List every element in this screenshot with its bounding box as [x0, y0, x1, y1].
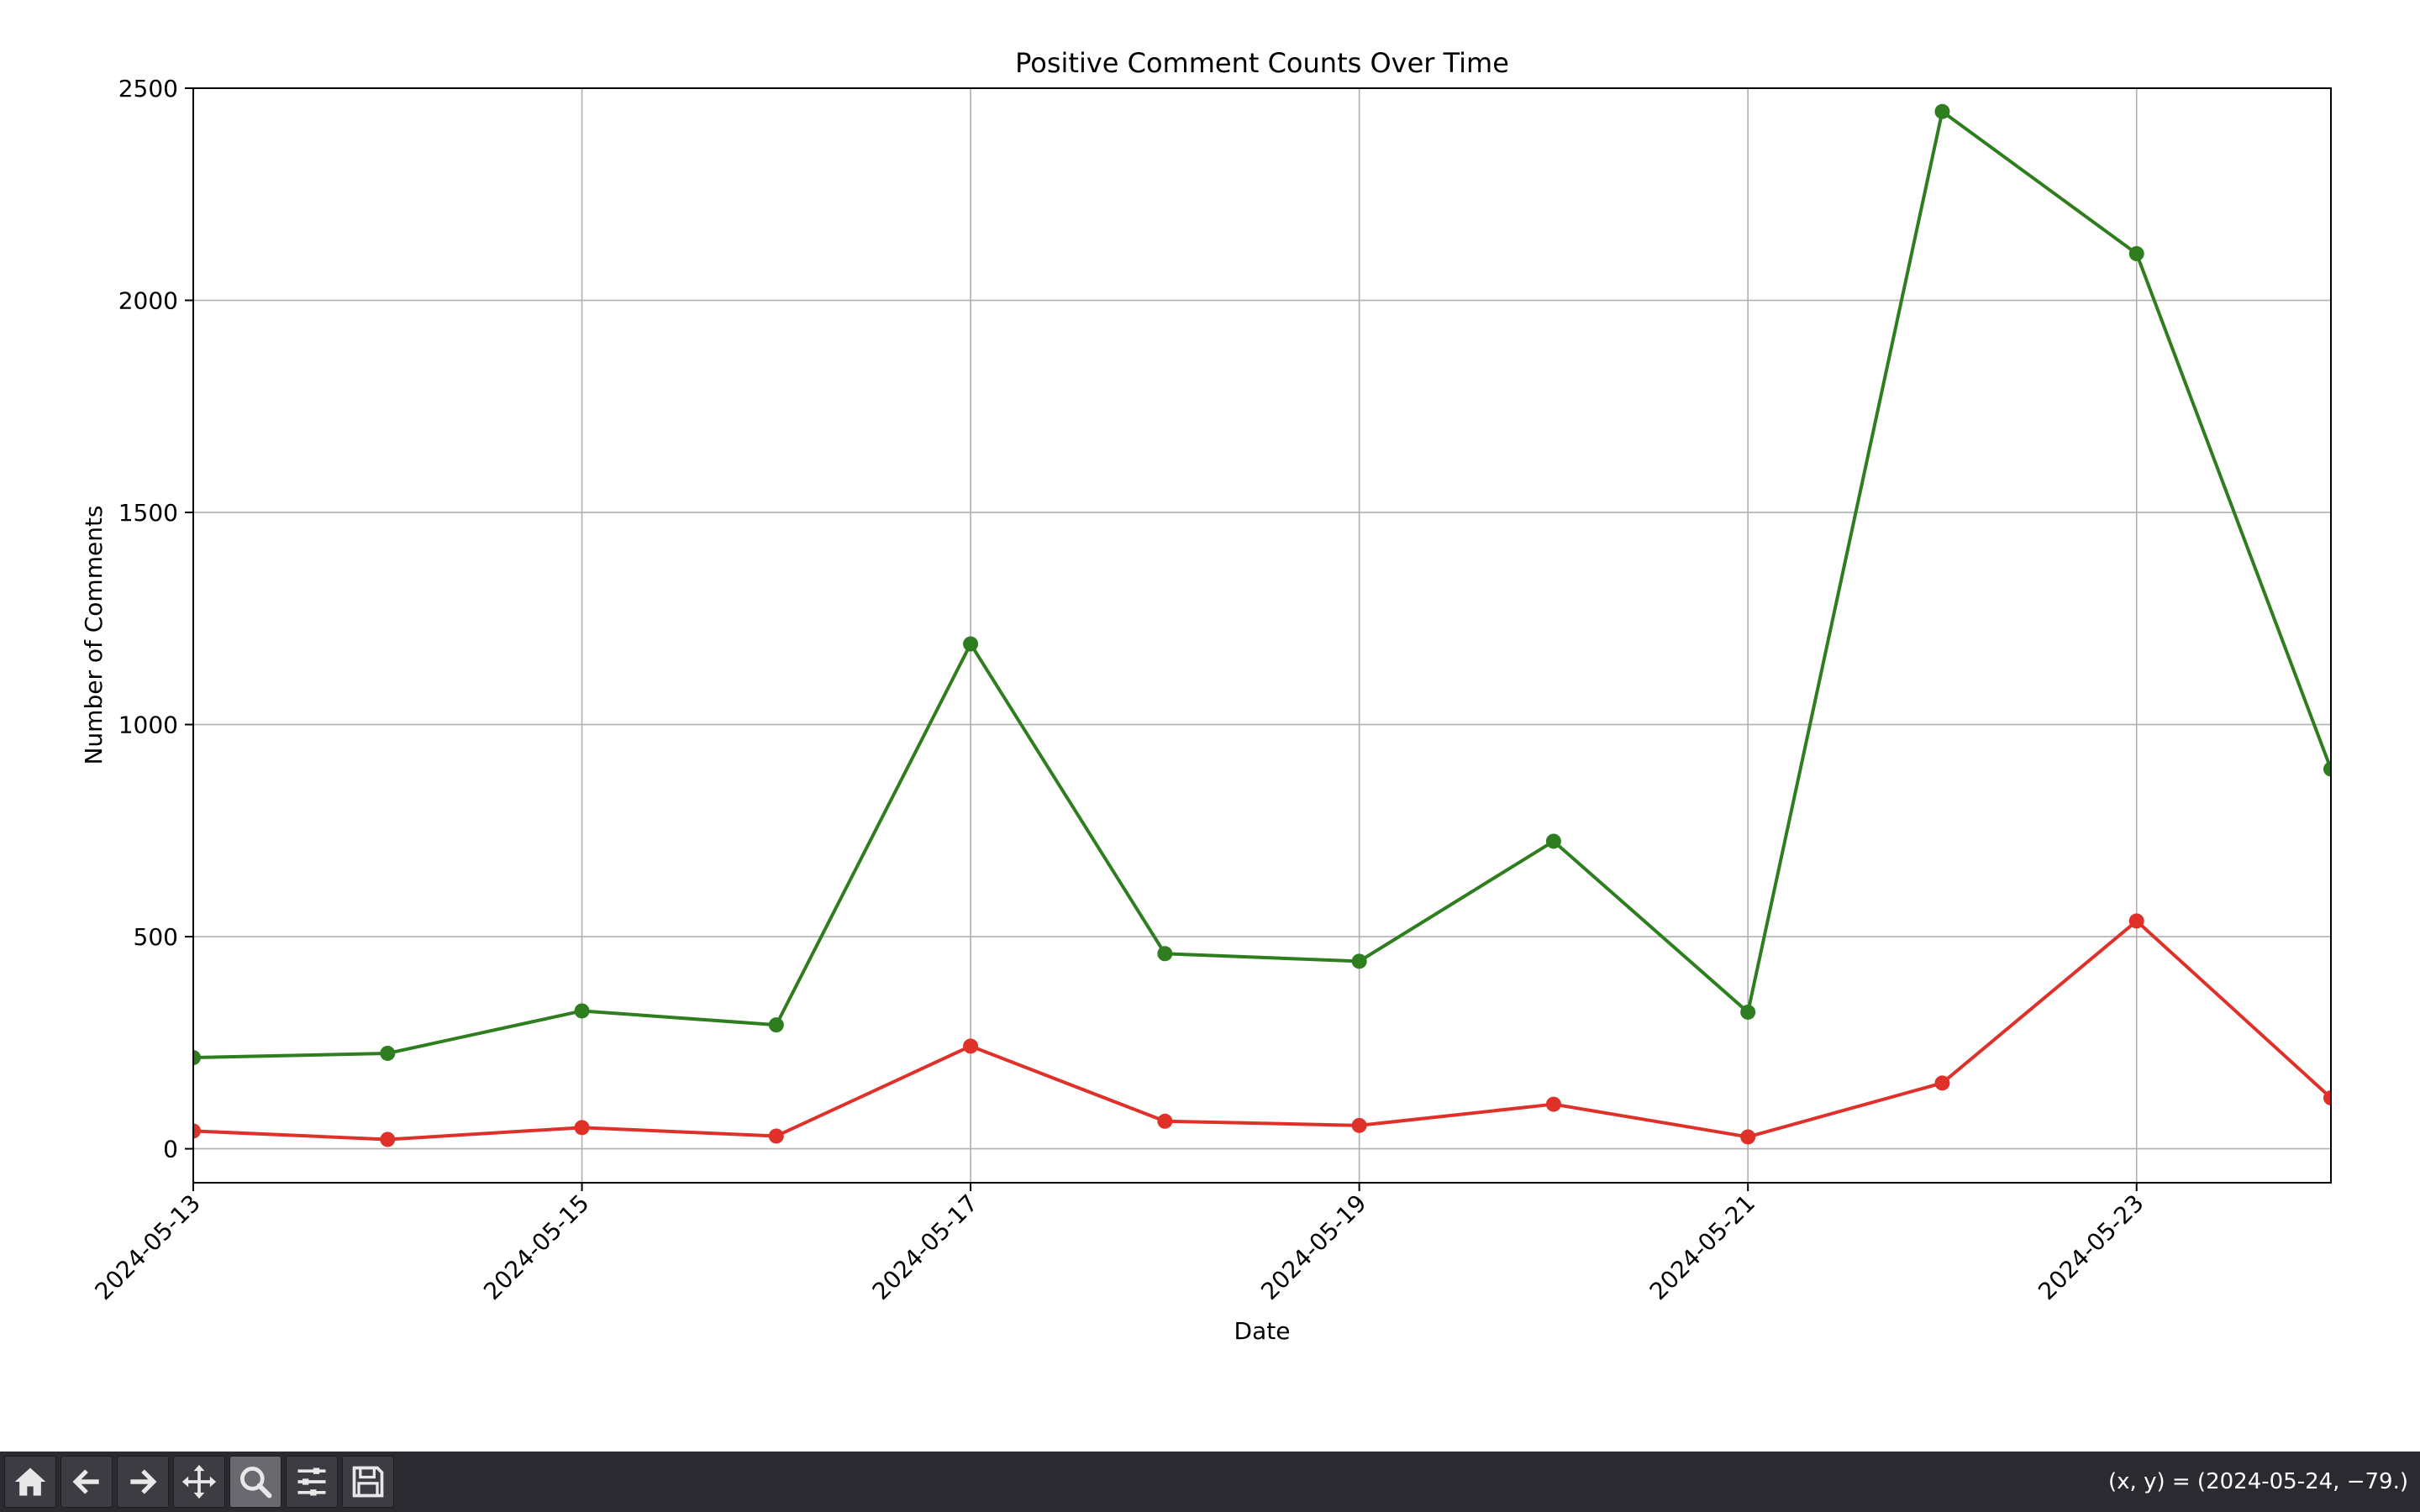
figure-background [0, 0, 2420, 1452]
home-button[interactable] [4, 1456, 56, 1508]
zoom-magnifier-icon [240, 1467, 272, 1499]
forward-button[interactable] [117, 1456, 169, 1508]
y-axis-label: Number of Comments [80, 505, 108, 764]
configure-subplots-button[interactable] [286, 1456, 338, 1508]
y-tick-label: 2000 [118, 287, 178, 315]
y-tick-label: 500 [134, 923, 178, 951]
y-tick-label: 1500 [118, 499, 178, 527]
data-point [963, 636, 979, 652]
save-floppy-icon [352, 1466, 384, 1498]
cursor-coordinates-readout: (x, y) = (2024-05-24, −79.) [2108, 1469, 2408, 1494]
back-button[interactable] [60, 1456, 113, 1508]
data-point [768, 1017, 784, 1033]
forward-arrow-icon [130, 1469, 157, 1494]
data-point [768, 1128, 784, 1144]
navigation-toolbar: (x, y) = (2024-05-24, −79.) [0, 1452, 2420, 1512]
data-point [1545, 1096, 1561, 1112]
data-point [1934, 103, 1950, 119]
data-point [1545, 833, 1561, 849]
data-point [1740, 1004, 1756, 1020]
back-arrow-icon [72, 1469, 99, 1494]
data-point [1157, 1113, 1173, 1129]
data-point [380, 1131, 396, 1147]
data-point [1934, 1075, 1950, 1091]
data-point [1351, 953, 1367, 969]
data-point [963, 1038, 979, 1054]
y-tick-label: 0 [163, 1136, 178, 1163]
data-point [1740, 1129, 1756, 1145]
data-point [574, 1120, 590, 1136]
x-axis-label: Date [1234, 1317, 1291, 1345]
chart-title: Positive Comment Counts Over Time [1015, 47, 1509, 79]
data-point [2128, 245, 2144, 261]
data-point [574, 1003, 590, 1019]
pan-button[interactable] [173, 1456, 225, 1508]
y-tick-label: 1000 [118, 711, 178, 739]
pan-move-icon [182, 1464, 217, 1499]
data-point [1351, 1117, 1367, 1133]
home-icon [14, 1467, 46, 1496]
data-point [1157, 946, 1173, 962]
data-point [2128, 913, 2144, 929]
line-chart: Positive Comment Counts Over Time 0 500 10… [0, 0, 2420, 1452]
y-tick-label: 2500 [118, 75, 178, 102]
data-point [380, 1045, 396, 1061]
save-button[interactable] [342, 1456, 394, 1508]
configure-subplots-icon [297, 1467, 326, 1496]
zoom-button[interactable] [229, 1456, 281, 1508]
